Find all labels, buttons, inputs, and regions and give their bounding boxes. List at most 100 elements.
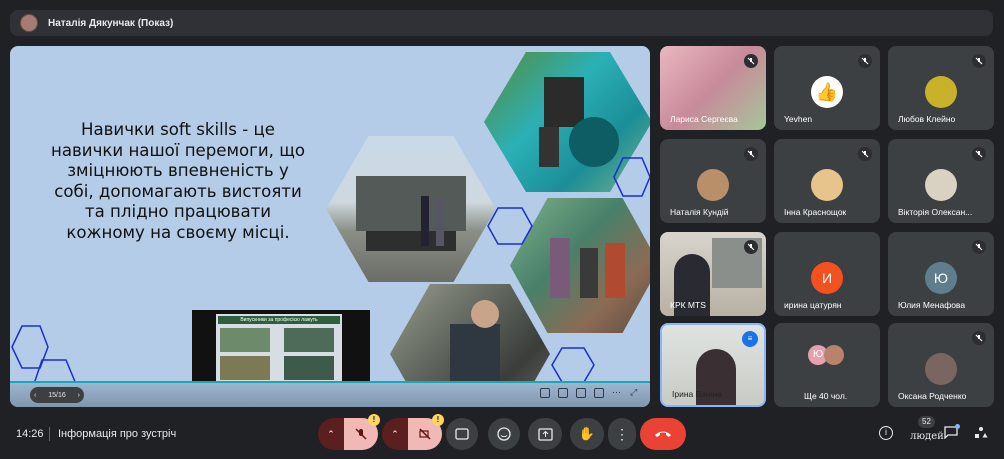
hex-outline-bottom — [551, 347, 595, 383]
avatar — [925, 353, 957, 385]
participant-tile[interactable]: Інна Краснощок — [774, 139, 880, 223]
mic-off-icon — [858, 54, 872, 68]
avatar — [925, 76, 957, 108]
page-indicator: 15/16 — [48, 391, 66, 399]
harvester-shape — [356, 176, 466, 251]
participant-name: Юлия Менафова — [898, 300, 966, 310]
mic-off-icon — [858, 147, 872, 161]
mic-off-icon — [744, 240, 758, 254]
inner-screen-thumb-4 — [284, 356, 334, 380]
activities-icon — [975, 427, 988, 438]
slide-controls: ‹ 15/16 › ⋯ ⤢ — [10, 383, 650, 407]
mic-off-icon — [355, 428, 367, 440]
more-vert-icon: ⋮ — [615, 425, 629, 442]
slide-toolbar: ⋯ ⤢ — [540, 388, 640, 398]
raise-hand-button[interactable]: ✋ — [570, 418, 604, 450]
participant-name: Ще 40 чол. — [804, 391, 848, 401]
presentation-area[interactable]: Навички soft skills - це навички нашої п… — [10, 46, 650, 407]
presenter-bar: Наталія Дякунчак (Показ) — [10, 10, 993, 36]
chevron-right-icon[interactable]: › — [78, 392, 80, 399]
present-icon — [537, 427, 553, 441]
inner-screen-title: Випускники за професією лажуть — [218, 316, 340, 324]
avatar — [824, 345, 844, 365]
inner-screen-thumb-3 — [220, 356, 270, 380]
emoji-icon — [497, 427, 511, 441]
mic-toggle-button[interactable]: ! — [344, 414, 380, 450]
participant-tile[interactable]: Любов Клейно — [888, 46, 994, 130]
participant-name: ирина цатурян — [784, 300, 842, 310]
inner-screen-thumb-1 — [220, 328, 270, 352]
audio-icon[interactable] — [576, 388, 586, 398]
participant-name: Лариса Сергеєва — [670, 114, 738, 124]
thumbs-up-avatar: 👍 — [811, 76, 843, 108]
participant-tile[interactable]: Вікторія Олексан... — [888, 139, 994, 223]
captions-icon — [455, 428, 469, 440]
participant-name: Вікторія Олексан... — [898, 207, 973, 217]
info-button[interactable]: i — [879, 426, 893, 440]
notification-dot — [955, 424, 960, 429]
participant-tile[interactable]: И ирина цатурян — [774, 232, 880, 316]
chevron-left-icon[interactable]: ‹ — [34, 392, 36, 399]
clock: 14:26 — [16, 428, 44, 440]
slide-pager[interactable]: ‹ 15/16 › — [30, 387, 84, 403]
participant-name: Оксана Родченко — [898, 391, 967, 401]
bottom-bar: 14:26 Інформація про зустріч ⌃ ! ⌃ ! ✋ ⋮… — [0, 412, 1004, 459]
participant-tile[interactable]: КРК МТS — [660, 232, 766, 316]
end-call-icon — [655, 431, 671, 437]
chat-button[interactable] — [944, 424, 960, 440]
people-label: людей — [910, 431, 944, 442]
mic-off-icon — [972, 331, 986, 345]
present-button[interactable] — [528, 418, 562, 450]
activities-button[interactable] — [974, 426, 988, 440]
hex-outline-right — [613, 157, 650, 197]
participant-tile-active-speaker[interactable]: ≡ Ірина Ваніна — [660, 323, 766, 407]
participant-name: КРК МТS — [670, 300, 706, 310]
avatar: Ю — [925, 262, 957, 294]
captions-button[interactable] — [446, 418, 478, 450]
participant-tile[interactable]: 👍 Yevhen — [774, 46, 880, 130]
participant-tile[interactable]: Оксана Родченко — [888, 323, 994, 407]
fullscreen-icon[interactable]: ⤢ — [630, 388, 640, 398]
meeting-info-button[interactable]: Інформація про зустріч — [58, 428, 176, 440]
avatar — [811, 169, 843, 201]
participant-tile[interactable]: Лариса Сергеєва — [660, 46, 766, 130]
avatar — [925, 169, 957, 201]
avatar — [697, 169, 729, 201]
zoom-icon[interactable] — [540, 388, 550, 398]
mic-off-icon — [744, 54, 758, 68]
slide-photo-harvester — [326, 136, 496, 282]
participant-name: Любов Клейно — [898, 114, 956, 124]
emoji-button[interactable] — [488, 418, 520, 450]
participant-name: Інна Краснощок — [784, 207, 847, 217]
more-icon[interactable]: ⋯ — [612, 388, 622, 398]
hand-icon: ✋ — [578, 426, 596, 441]
captions-icon[interactable] — [558, 388, 568, 398]
mic-options-button[interactable]: ⌃ — [318, 418, 344, 450]
inner-screen: Випускники за професією лажуть — [192, 310, 370, 384]
camera-toggle-button[interactable]: ! — [408, 414, 444, 450]
participant-tile[interactable]: Ю Юлия Менафова — [888, 232, 994, 316]
warning-icon: ! — [432, 414, 444, 426]
warning-icon: ! — [368, 414, 380, 426]
mic-off-icon — [744, 147, 758, 161]
divider — [49, 427, 50, 441]
participant-name: Ірина Ваніна — [672, 389, 723, 399]
mic-off-icon — [972, 147, 986, 161]
inner-screen-thumb-2 — [284, 328, 334, 352]
people-count-badge: 52 — [918, 416, 935, 428]
speaking-icon: ≡ — [742, 331, 758, 347]
pip-icon[interactable] — [594, 388, 604, 398]
hex-outline-mid — [487, 207, 533, 245]
avatar: И — [811, 262, 843, 294]
inner-screen-content: Випускники за професією лажуть — [216, 314, 342, 384]
camera-off-icon — [419, 428, 431, 440]
presenter-avatar — [20, 14, 38, 32]
participant-name: Yevhen — [784, 114, 813, 124]
camera-options-button[interactable]: ⌃ — [382, 418, 408, 450]
participant-tile[interactable]: Наталія Кундій — [660, 139, 766, 223]
more-participants-tile[interactable]: Ю Ще 40 чол. — [774, 323, 880, 407]
end-call-button[interactable] — [640, 418, 686, 450]
more-options-button[interactable]: ⋮ — [608, 418, 636, 450]
slide-text: Навички soft skills - це навички нашої п… — [50, 120, 305, 242]
mic-off-icon — [972, 54, 986, 68]
